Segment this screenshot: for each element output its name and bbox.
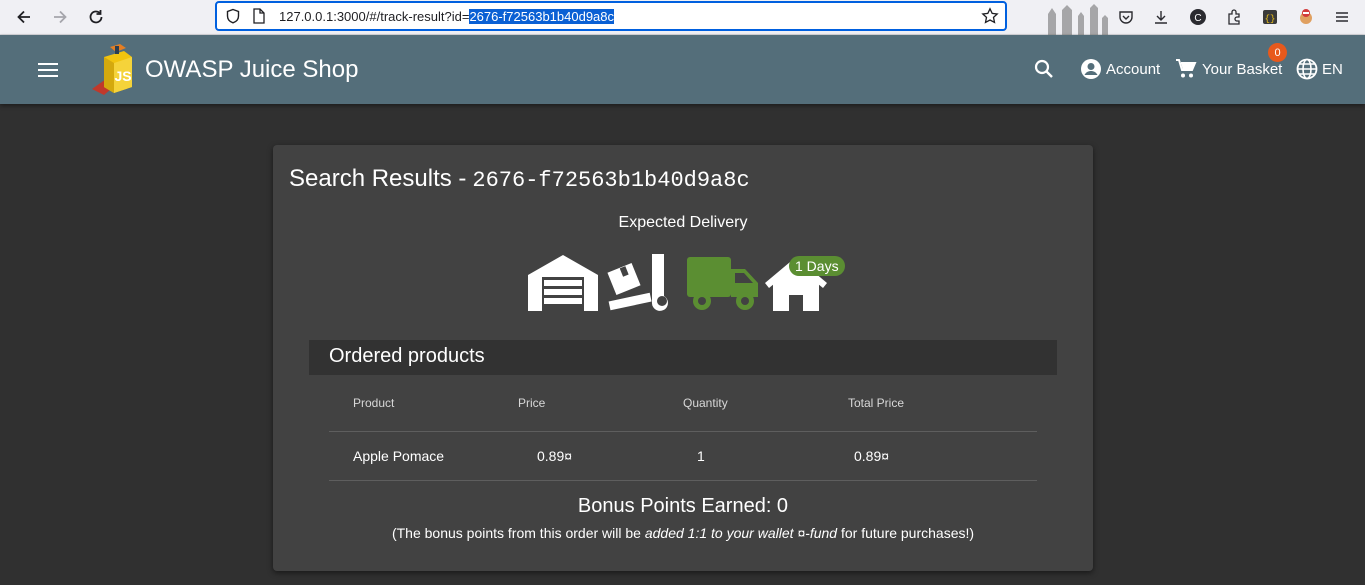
warehouse-icon [528, 255, 598, 311]
cell-total-price: 0.89¤ [854, 448, 890, 464]
account-circle-icon [1081, 59, 1101, 79]
cell-price: 0.89¤ [537, 448, 573, 464]
bookmark-star-icon[interactable] [981, 7, 999, 30]
page-title: Search Results -2676-f72563b1b40d9a8c [289, 165, 750, 193]
search-button[interactable] [1033, 55, 1055, 83]
ordered-products-title: Ordered products [329, 345, 485, 367]
row-divider [329, 480, 1037, 481]
column-header-product[interactable]: Product [353, 396, 394, 410]
account-button[interactable]: Account [1080, 55, 1160, 83]
column-header-total-price[interactable]: Total Price [848, 396, 904, 410]
decorative-banner-icon [1048, 4, 1108, 35]
cell-quantity: 1 [697, 448, 705, 464]
json-extension-icon[interactable]: {} [1258, 5, 1282, 29]
svg-text:C: C [1194, 13, 1201, 24]
account-label: Account [1106, 60, 1161, 78]
app-toolbar: JS OWASP Juice Shop Account Your Basket … [0, 35, 1365, 104]
header-divider [329, 431, 1037, 432]
profile-extension-icon[interactable] [1294, 5, 1318, 29]
column-header-price[interactable]: Price [518, 396, 545, 410]
sidenav-menu-button[interactable] [32, 55, 64, 85]
basket-button[interactable]: Your Basket [1175, 55, 1282, 83]
delivery-days-badge: 1 Days [789, 256, 845, 276]
browser-menu-icon[interactable] [1330, 5, 1354, 29]
bonus-note-end: for future purchases!) [837, 525, 975, 541]
account-extension-icon[interactable]: C [1186, 5, 1210, 29]
browser-toolbar: 127.0.0.1:3000/#/track-result?id=2676-f7… [0, 0, 1365, 35]
bonus-note-start: (The bonus points from this order will b… [391, 525, 645, 541]
url-selected: 2676-f72563b1b40d9a8c [469, 9, 615, 24]
url-text: 127.0.0.1:3000/#/track-result?id=2676-f7… [279, 9, 615, 24]
globe-icon [1296, 58, 1318, 80]
cell-product: Apple Pomace [353, 448, 445, 464]
hamburger-icon [38, 63, 58, 77]
downloads-icon[interactable] [1149, 5, 1173, 29]
url-prefix: 127.0.0.1:3000/#/track-result?id= [279, 9, 470, 24]
search-icon [1034, 59, 1053, 78]
expected-delivery-label: Expected Delivery [618, 214, 748, 231]
svg-text:JS: JS [114, 68, 131, 84]
app-title[interactable]: OWASP Juice Shop [145, 56, 358, 84]
pocket-icon[interactable] [1114, 5, 1138, 29]
juice-shop-logo[interactable]: JS [88, 41, 140, 97]
shopping-cart-icon [1176, 59, 1197, 78]
bonus-points-note: (The bonus points from this order will b… [273, 525, 1093, 541]
title-prefix: Search Results - [289, 165, 467, 192]
ordered-products-header: Ordered products [309, 340, 1057, 375]
language-button[interactable]: EN [1296, 55, 1343, 83]
page-info-icon[interactable] [252, 8, 266, 29]
bonus-points-earned: Bonus Points Earned: 0 [577, 495, 789, 517]
order-id: 2676-f72563b1b40d9a8c [472, 168, 750, 193]
bonus-note-emphasis: added 1:1 to your wallet ¤-fund [644, 525, 838, 541]
delivery-truck-icon [687, 257, 758, 310]
basket-count-badge: 0 [1268, 43, 1287, 62]
language-label: EN [1322, 60, 1343, 78]
track-result-card: Search Results -2676-f72563b1b40d9a8c Ex… [273, 145, 1093, 571]
dolly-flatbed-icon [607, 254, 668, 311]
extensions-icon[interactable] [1222, 5, 1246, 29]
basket-label: Your Basket [1202, 60, 1283, 78]
address-bar[interactable]: 127.0.0.1:3000/#/track-result?id=2676-f7… [215, 1, 1007, 31]
column-header-quantity[interactable]: Quantity [683, 396, 728, 410]
back-icon[interactable] [11, 4, 37, 30]
reload-icon[interactable] [83, 4, 109, 30]
shield-icon[interactable] [225, 8, 241, 29]
forward-icon[interactable] [47, 4, 73, 30]
svg-text:{}: {} [1265, 14, 1276, 24]
